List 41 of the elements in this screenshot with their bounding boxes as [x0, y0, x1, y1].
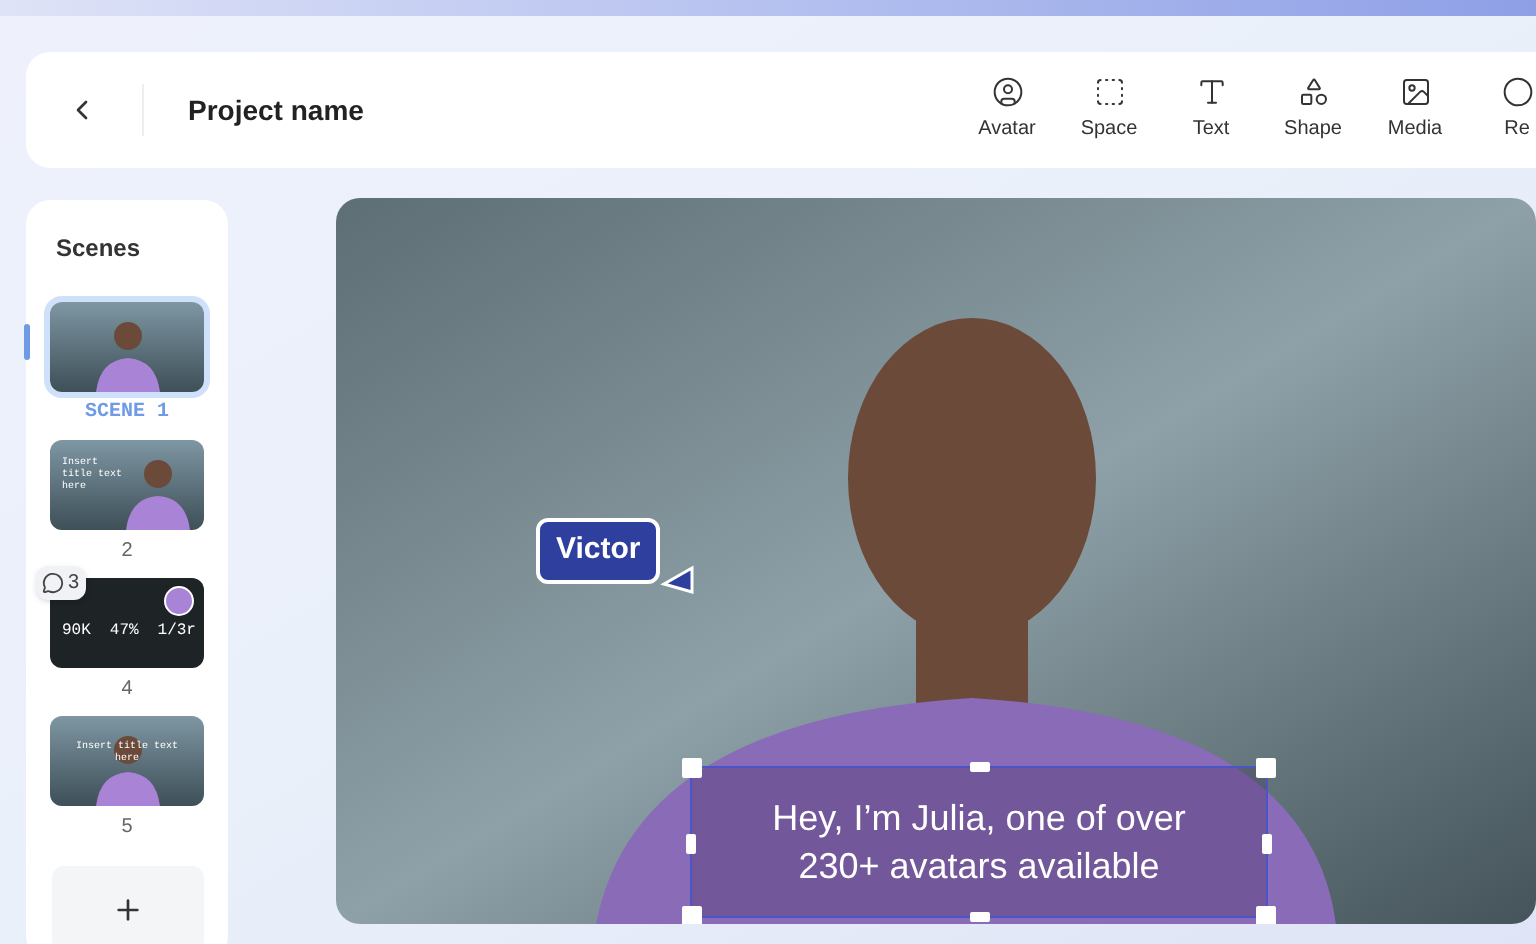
- resize-handle[interactable]: [1256, 906, 1276, 924]
- image-icon: [1399, 76, 1431, 108]
- resize-handle[interactable]: [686, 834, 696, 854]
- collaborator-tag: Victor: [536, 518, 661, 583]
- person-silhouette: [121, 454, 193, 530]
- project-name: Project name: [188, 91, 364, 130]
- dashed-square-icon: [1093, 76, 1125, 108]
- panel-title: Scenes: [56, 232, 143, 266]
- resize-handle[interactable]: [682, 906, 702, 924]
- toolbar-button[interactable]: Avatar: [956, 76, 1058, 144]
- toolbar-button[interactable]: Media: [1364, 76, 1466, 144]
- person-silhouette: [91, 316, 163, 392]
- selection-indicator: [24, 324, 30, 360]
- toolbar-button[interactable]: Re: [1466, 76, 1536, 144]
- comment-icon: [42, 572, 64, 594]
- text-icon: [1195, 76, 1227, 108]
- caption-line: 230+ avatars available: [798, 844, 1160, 890]
- scene-thumbnail[interactable]: [50, 302, 204, 392]
- stat-value: 90K: [62, 620, 91, 644]
- scene-label: 5: [121, 816, 133, 840]
- toolbar-button[interactable]: Shape: [1262, 76, 1364, 144]
- cursor-icon: [660, 564, 696, 596]
- scene-label: 4: [121, 678, 133, 702]
- resize-handle[interactable]: [970, 762, 990, 772]
- toolbar-button[interactable]: Text: [1160, 76, 1262, 144]
- scene-label: 2: [121, 540, 133, 564]
- resize-handle[interactable]: [970, 912, 990, 922]
- resize-handle[interactable]: [682, 758, 702, 778]
- stat-value: 47%: [109, 620, 139, 644]
- plus-icon: [111, 893, 143, 925]
- toolbar-button[interactable]: Space: [1058, 76, 1160, 144]
- shapes-icon: [1297, 76, 1329, 108]
- resize-handle[interactable]: [1256, 758, 1276, 778]
- avatar-icon: [991, 76, 1023, 108]
- resize-handle[interactable]: [1262, 834, 1272, 854]
- add-scene-button[interactable]: [51, 866, 203, 944]
- circle-icon: [1501, 76, 1533, 108]
- caption-line: Hey, I’m Julia, one of over: [772, 796, 1186, 842]
- comment-count-badge[interactable]: 3: [36, 566, 86, 600]
- stat-value: 1/3r: [157, 620, 196, 644]
- scene-label: SCENE 1: [84, 402, 169, 426]
